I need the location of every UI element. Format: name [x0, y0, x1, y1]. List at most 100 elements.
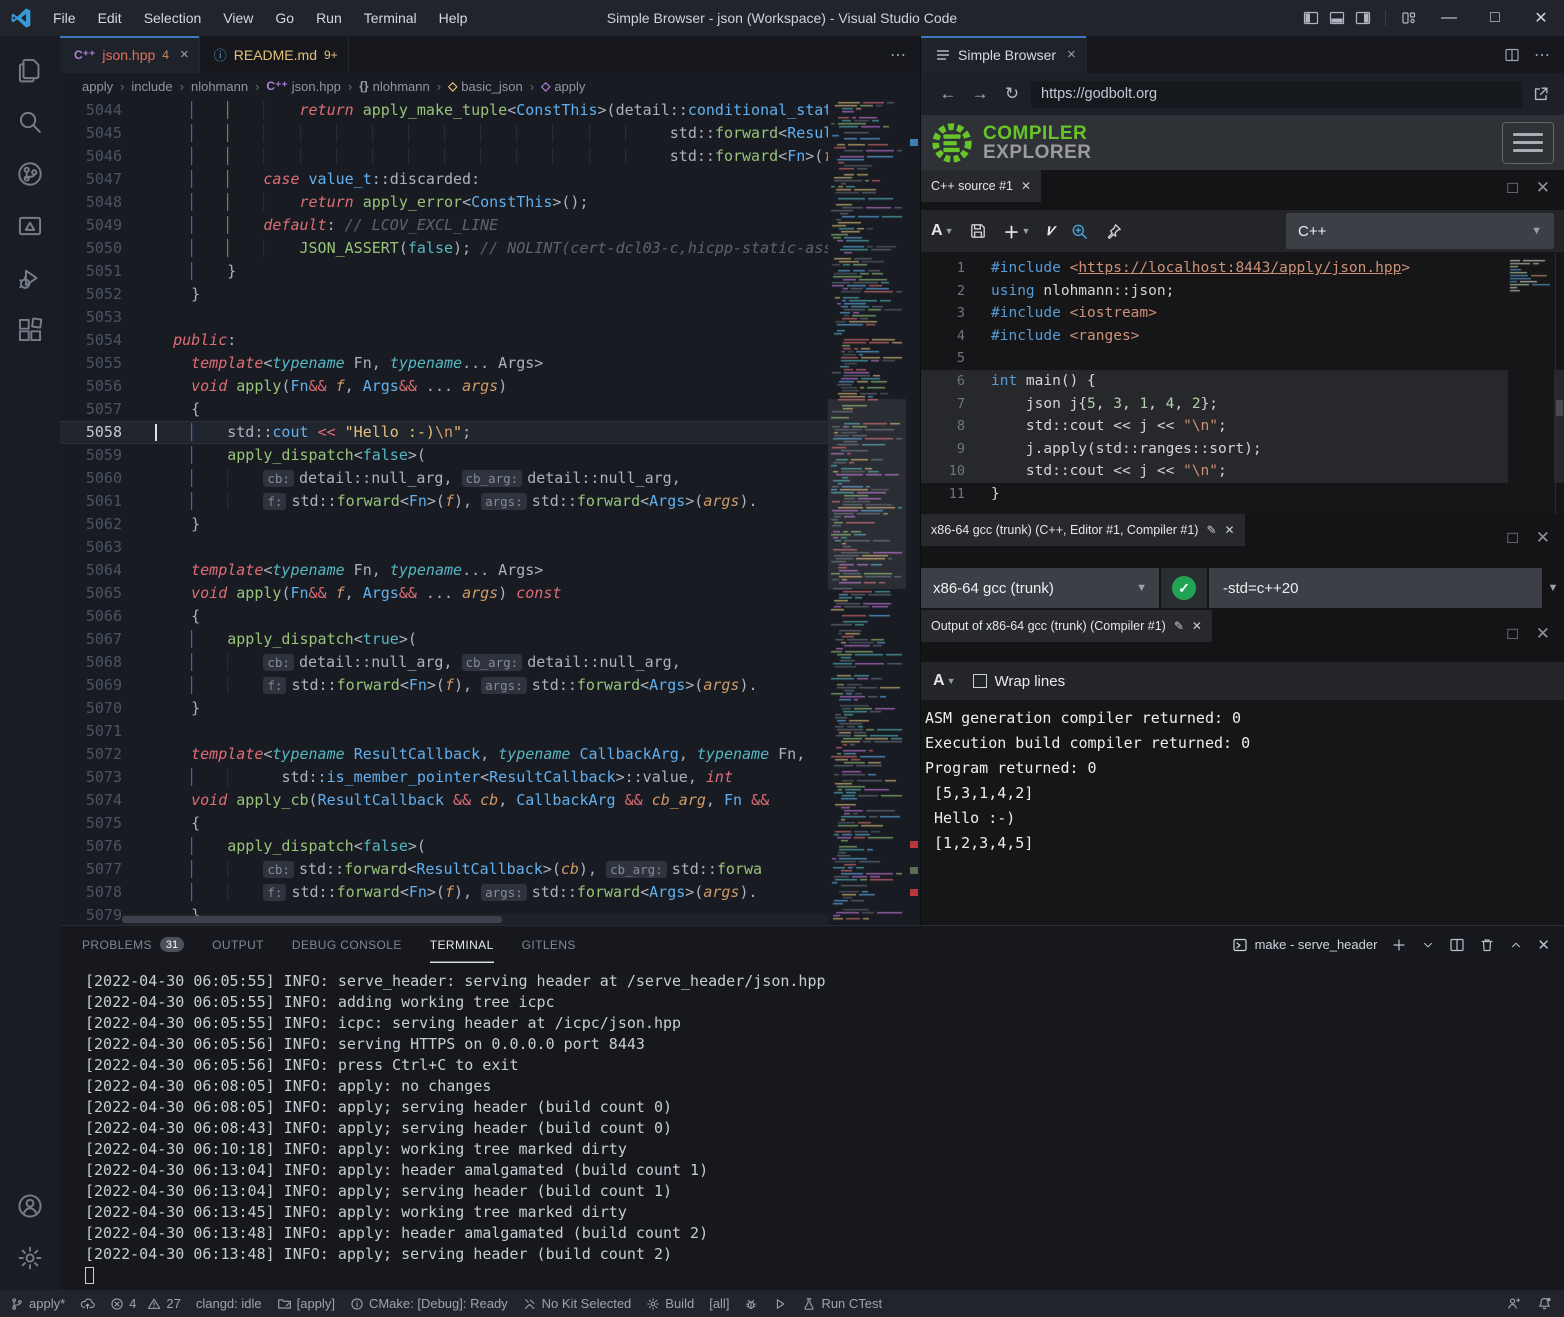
- maximize-pane-icon[interactable]: □: [1507, 624, 1517, 644]
- customize-layout-icon[interactable]: [1392, 0, 1426, 36]
- code-line-5045[interactable]: 5045 std::forward<ResultType>(: [60, 122, 920, 145]
- status-bell[interactable]: [1537, 1296, 1552, 1311]
- zoom-icon[interactable]: [1070, 222, 1089, 241]
- code-line-5051[interactable]: 5051 }: [60, 260, 920, 283]
- status-run-ctest[interactable]: Run CTest: [802, 1296, 882, 1311]
- status-feedback[interactable]: [1506, 1296, 1521, 1311]
- status-bug[interactable]: [744, 1297, 758, 1311]
- menu-file[interactable]: File: [44, 6, 85, 30]
- code-editor[interactable]: 5044 return apply_make_tuple<ConstThis>(…: [60, 99, 920, 925]
- status-build[interactable]: Build: [646, 1296, 694, 1311]
- code-line-5071[interactable]: 5071: [60, 720, 920, 743]
- tab-compiler[interactable]: x86-64 gcc (trunk) (C++, Editor #1, Comp…: [921, 514, 1245, 546]
- new-terminal-icon[interactable]: [1391, 937, 1407, 953]
- code-line-5057[interactable]: 5057 {: [60, 398, 920, 421]
- compiler-options-input[interactable]: -std=c++20: [1209, 568, 1542, 608]
- status-cmake-debug-ready[interactable]: CMake: [Debug]: Ready: [350, 1296, 508, 1311]
- close-pane-icon[interactable]: ✕: [1021, 179, 1031, 193]
- godbolt-line-2[interactable]: 2using nlohmann::json;: [921, 280, 1564, 303]
- code-line-5050[interactable]: 5050 JSON_ASSERT(false); // NOLINT(cert-…: [60, 237, 920, 260]
- terminal-dropdown-icon[interactable]: [1421, 938, 1435, 952]
- menu-edit[interactable]: Edit: [89, 6, 131, 30]
- status-apply[interactable]: apply*: [10, 1296, 65, 1311]
- reload-icon[interactable]: ↻: [999, 84, 1025, 104]
- menu-selection[interactable]: Selection: [135, 6, 211, 30]
- code-line-5073[interactable]: 5073 std::is_member_pointer<ResultCallba…: [60, 766, 920, 789]
- godbolt-line-10[interactable]: 10 std::cout << j << "\n";: [921, 460, 1564, 483]
- panel-tab-debug-console[interactable]: DEBUG CONSOLE: [292, 926, 402, 963]
- compiler-select[interactable]: x86-64 gcc (trunk)▼: [921, 568, 1159, 608]
- breadcrumb-item-include[interactable]: include: [131, 79, 172, 94]
- code-line-5052[interactable]: 5052 }: [60, 283, 920, 306]
- toggle-panel-icon[interactable]: [1329, 10, 1345, 26]
- horizontal-scrollbar[interactable]: [122, 914, 828, 925]
- settings-icon[interactable]: [6, 1232, 54, 1284]
- split-editor-icon[interactable]: [1504, 47, 1520, 63]
- editor-minimap[interactable]: [828, 99, 906, 925]
- code-line-5044[interactable]: 5044 return apply_make_tuple<ConstThis>(…: [60, 99, 920, 122]
- more-actions-icon[interactable]: ⋯: [890, 36, 920, 73]
- godbolt-scrollbar[interactable]: [1555, 252, 1564, 514]
- toggle-secondary-sidebar-icon[interactable]: [1355, 10, 1371, 26]
- explorer-icon[interactable]: [6, 44, 54, 96]
- source-control-icon[interactable]: [6, 148, 54, 200]
- status-clangd-idle[interactable]: clangd: idle: [196, 1296, 262, 1311]
- menu-go[interactable]: Go: [266, 6, 303, 30]
- toggle-sidebar-icon[interactable]: [1303, 10, 1319, 26]
- maximize-panel-icon[interactable]: [1509, 938, 1523, 952]
- close-pane-icon[interactable]: ✕: [1536, 528, 1550, 548]
- breadcrumb-item-apply[interactable]: ◇apply: [541, 79, 585, 94]
- code-line-5058[interactable]: 5058 std::cout << "Hello :-)\n";: [60, 421, 920, 444]
- status-play[interactable]: [773, 1297, 787, 1311]
- tab-output[interactable]: Output of x86-64 gcc (trunk) (Compiler #…: [921, 610, 1212, 642]
- code-line-5070[interactable]: 5070 }: [60, 697, 920, 720]
- edit-title-icon[interactable]: ✎: [1174, 619, 1184, 633]
- code-line-5062[interactable]: 5062 }: [60, 513, 920, 536]
- breadcrumb[interactable]: apply›include›nlohmann›C⁺⁺json.hpp›{}nlo…: [60, 73, 920, 99]
- godbolt-line-5[interactable]: 5: [921, 347, 1564, 370]
- code-line-5078[interactable]: 5078 f:std::forward<Fn>(f), args:std::fo…: [60, 881, 920, 904]
- code-line-5048[interactable]: 5048 return apply_error<ConstThis>();: [60, 191, 920, 214]
- code-line-5056[interactable]: 5056 void apply(Fn&& f, Args&& ... args): [60, 375, 920, 398]
- code-line-5077[interactable]: 5077 cb:std::forward<ResultCallback>(cb)…: [60, 858, 920, 881]
- breadcrumb-item-apply[interactable]: apply: [82, 79, 113, 94]
- code-line-5061[interactable]: 5061 f:std::forward<Fn>(f), args:std::fo…: [60, 490, 920, 513]
- status-no-kit-selected[interactable]: No Kit Selected: [523, 1296, 632, 1311]
- menu-view[interactable]: View: [214, 6, 262, 30]
- terminal-select[interactable]: make - serve_header: [1232, 937, 1378, 953]
- panel-tab-terminal[interactable]: TERMINAL: [430, 926, 494, 963]
- code-line-5046[interactable]: 5046 std::forward<Fn>(f), std::forward: [60, 145, 920, 168]
- code-line-5066[interactable]: 5066 {: [60, 605, 920, 628]
- maximize-pane-icon[interactable]: □: [1507, 178, 1517, 198]
- godbolt-line-1[interactable]: 1#include <https://localhost:8443/apply/…: [921, 257, 1564, 280]
- status-all[interactable]: [all]: [709, 1296, 729, 1311]
- tab-readme.md[interactable]: ⓘREADME.md9+: [200, 36, 349, 73]
- account-icon[interactable]: [6, 1180, 54, 1232]
- font-size-button[interactable]: A▼: [933, 672, 955, 690]
- close-tab-icon[interactable]: ×: [180, 46, 189, 63]
- godbolt-line-6[interactable]: 6int main() {: [921, 370, 1564, 393]
- terminal-output[interactable]: [2022-04-30 06:05:55] INFO: serve_header…: [60, 963, 1564, 1290]
- extensions-icon[interactable]: [6, 304, 54, 356]
- panel-tab-problems[interactable]: PROBLEMS31: [82, 926, 184, 963]
- godbolt-line-4[interactable]: 4#include <ranges>: [921, 325, 1564, 348]
- godbolt-line-9[interactable]: 9 j.apply(std::ranges::sort);: [921, 438, 1564, 461]
- run-debug-icon[interactable]: [6, 252, 54, 304]
- close-panel-icon[interactable]: ✕: [1537, 936, 1550, 954]
- code-line-5067[interactable]: 5067 apply_dispatch<true>(: [60, 628, 920, 651]
- add-pane-button[interactable]: ＋▼: [1003, 219, 1030, 243]
- hamburger-menu-icon[interactable]: [1502, 122, 1554, 164]
- back-icon[interactable]: ←: [935, 84, 961, 104]
- breadcrumb-item-json.hpp[interactable]: C⁺⁺json.hpp: [266, 79, 341, 94]
- code-line-5076[interactable]: 5076 apply_dispatch<false>(: [60, 835, 920, 858]
- code-line-5049[interactable]: 5049 default: // LCOV_EXCL_LINE: [60, 214, 920, 237]
- open-external-icon[interactable]: [1528, 85, 1554, 103]
- tab-json.hpp[interactable]: C⁺⁺json.hpp4×: [60, 36, 200, 73]
- panel-tab-gitlens[interactable]: GITLENS: [522, 926, 576, 963]
- forward-icon[interactable]: →: [967, 84, 993, 104]
- godbolt-line-8[interactable]: 8 std::cout << j << "\n";: [921, 415, 1564, 438]
- status-cloud-up[interactable]: [80, 1296, 95, 1311]
- save-icon[interactable]: [969, 222, 987, 240]
- options-dropdown-icon[interactable]: ▼: [1542, 582, 1564, 594]
- search-icon[interactable]: [6, 96, 54, 148]
